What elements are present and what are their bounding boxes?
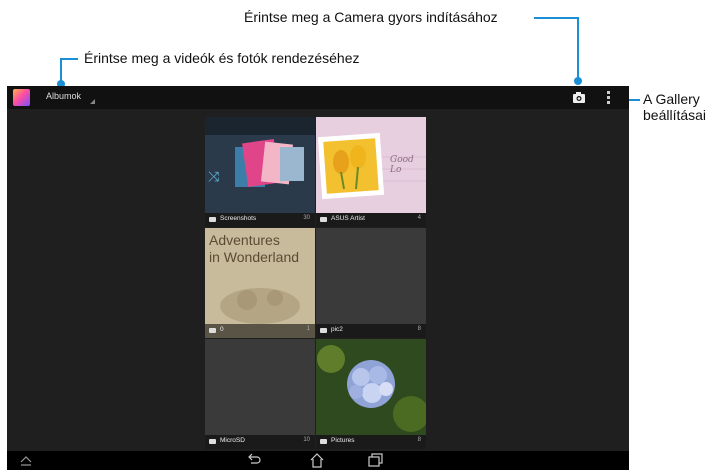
album-count: 10 <box>303 437 310 443</box>
albums-dropdown[interactable]: Albumok <box>46 91 81 101</box>
album-name: MicroSD <box>220 437 245 444</box>
pictures-thumbnail <box>316 339 426 435</box>
camera-callout-text: Érintse meg a Camera gyors indításához <box>244 9 498 25</box>
overflow-menu-icon[interactable] <box>607 91 610 104</box>
album-name: Screenshots <box>220 215 257 222</box>
asus-thumb-text: Good Lo <box>390 155 414 175</box>
album-tile-screenshots[interactable]: ⤨ Screenshots 30 <box>205 117 315 227</box>
settings-callout-line1: A Gallery <box>643 91 700 107</box>
wonderland-title-line1: Adventures <box>209 232 280 248</box>
screenshots-thumbnail: ⤨ <box>205 117 315 213</box>
camera-leader-dot <box>574 77 582 85</box>
folder-icon <box>320 217 327 222</box>
album-tile-0[interactable]: Adventures in Wonderland 0 1 <box>205 228 315 338</box>
album-count: 4 <box>417 215 421 221</box>
folder-icon <box>209 217 216 222</box>
album-tile-microsd[interactable]: MicroSD 10 <box>205 339 315 449</box>
camera-leader-horizontal <box>534 17 579 19</box>
album-caption: Screenshots 30 <box>205 213 315 227</box>
album-count: 8 <box>417 326 421 332</box>
album-caption: pic2 8 <box>316 324 426 338</box>
folder-icon <box>209 328 216 333</box>
tablet-screen: Albumok ⤨ Screenshots 30 Good Lo ASUS Ar… <box>7 86 629 470</box>
camera-leader-vertical <box>577 17 579 79</box>
action-bar: Albumok <box>7 86 629 109</box>
album-name: pic2 <box>331 326 343 333</box>
organize-leader-vertical <box>60 58 62 82</box>
organize-leader-horizontal <box>60 58 78 60</box>
camera-icon[interactable] <box>573 91 585 104</box>
album-caption: MicroSD 10 <box>205 435 315 449</box>
up-chevron-icon[interactable] <box>19 453 33 467</box>
home-icon[interactable] <box>309 453 325 468</box>
wonderland-title-line2: in Wonderland <box>209 249 300 265</box>
navigation-bar <box>7 451 629 470</box>
back-icon[interactable] <box>246 453 262 467</box>
folder-icon <box>320 439 327 444</box>
album-caption: Pictures 8 <box>316 435 426 449</box>
album-name: Pictures <box>331 437 355 444</box>
gallery-app-icon[interactable] <box>13 89 30 106</box>
album-caption: 0 1 <box>205 324 315 338</box>
folder-icon <box>209 439 216 444</box>
album-caption: ASUS Artist 4 <box>316 213 426 227</box>
album-name: ASUS Artist <box>331 215 365 222</box>
recent-apps-icon[interactable] <box>368 453 384 467</box>
settings-callout-line2: beállításai <box>643 107 707 123</box>
album-tile-asus-artist[interactable]: Good Lo ASUS Artist 4 <box>316 117 426 227</box>
album-name: 0 <box>220 326 224 333</box>
album-count: 1 <box>306 326 310 332</box>
album-tile-pictures[interactable]: Pictures 8 <box>316 339 426 449</box>
album-tile-pic2[interactable]: pic2 8 <box>316 228 426 338</box>
organize-callout-text: Érintse meg a videók és fotók rendezéséh… <box>84 50 360 66</box>
album-count: 8 <box>417 437 421 443</box>
folder-icon <box>320 328 327 333</box>
svg-text:⤨: ⤨ <box>208 169 220 185</box>
album-count: 30 <box>303 215 310 221</box>
dropdown-caret-icon <box>90 99 95 104</box>
